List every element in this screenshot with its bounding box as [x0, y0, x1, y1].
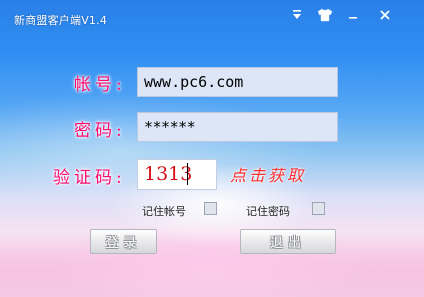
menu-down-icon[interactable] — [285, 4, 309, 26]
login-window: 新商盟客户端V1.4 帐号: www.pc6.com 密码: ****** 验证… — [0, 0, 424, 297]
app-title: 新商盟客户端V1.4 — [14, 14, 108, 27]
remember-password-label: 记住密码 — [246, 205, 290, 218]
text-caret — [187, 163, 188, 185]
account-input[interactable]: www.pc6.com — [137, 67, 338, 97]
captcha-input[interactable]: 1313 — [137, 159, 217, 190]
remember-account-label: 记住帐号 — [142, 205, 186, 218]
close-icon[interactable] — [373, 4, 397, 26]
title-bar[interactable]: 新商盟客户端V1.4 — [0, 0, 424, 34]
minimize-icon[interactable] — [341, 4, 365, 26]
password-input[interactable]: ****** — [137, 112, 338, 142]
exit-button[interactable]: 退出 — [240, 229, 336, 254]
shirt-icon[interactable] — [313, 4, 337, 26]
account-label: 帐号: — [74, 75, 126, 95]
password-label: 密码: — [74, 121, 126, 141]
login-button[interactable]: 登录 — [90, 229, 157, 254]
captcha-label: 验证码: — [53, 168, 126, 188]
remember-account-checkbox[interactable] — [204, 202, 217, 215]
remember-password-checkbox[interactable] — [312, 202, 325, 215]
get-captcha-link[interactable]: 点击获取 — [230, 162, 306, 186]
